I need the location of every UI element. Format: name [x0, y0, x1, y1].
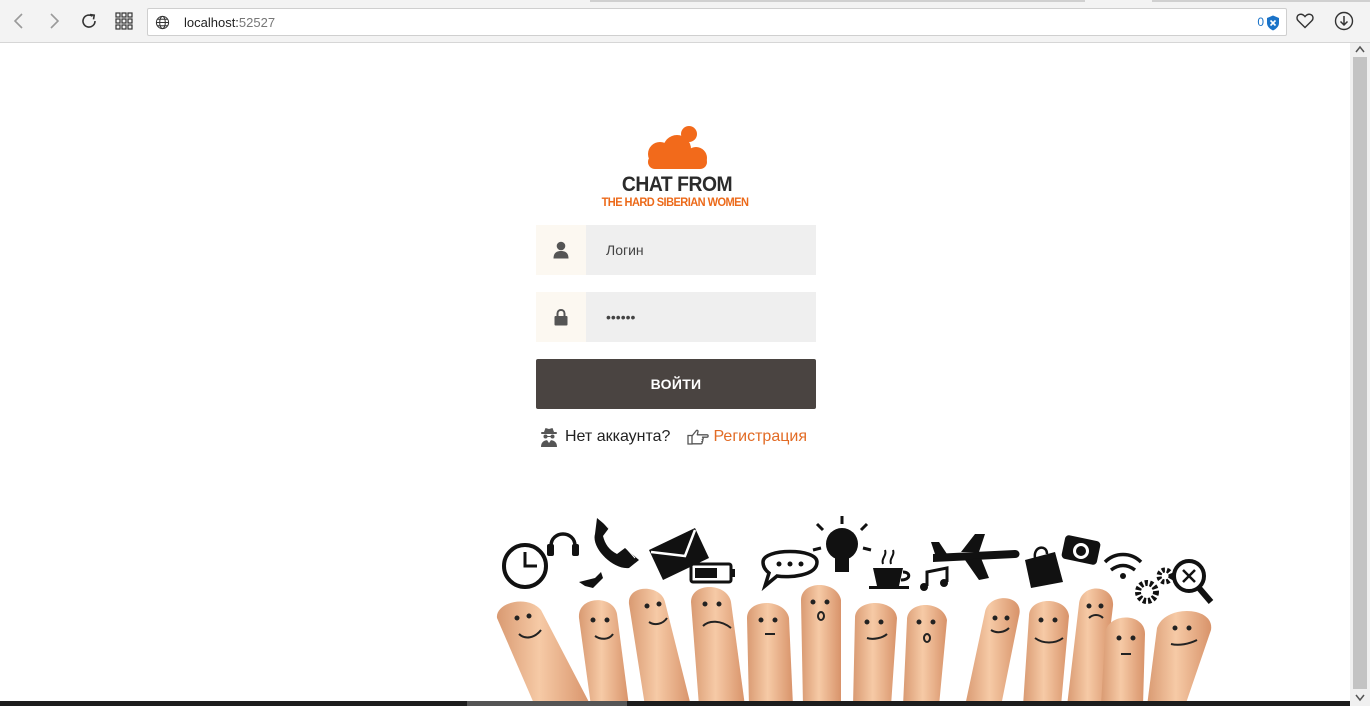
vertical-scrollbar[interactable]: [1350, 43, 1370, 706]
scroll-up-icon[interactable]: [1355, 45, 1365, 53]
horizontal-scrollbar-thumb[interactable]: [467, 701, 627, 706]
no-account-text: Нет аккаунта?: [565, 428, 671, 445]
forward-arrow-icon: [50, 13, 60, 29]
register-prompt: Нет аккаунта? Регистрация: [540, 426, 807, 448]
user-icon: [553, 241, 569, 259]
back-button[interactable]: [5, 7, 33, 35]
speech-bubble-icon: [761, 549, 819, 592]
url-text[interactable]: localhost:52527: [184, 15, 275, 30]
fingers-illustration: [496, 516, 1214, 706]
headphones-icon: [547, 532, 579, 556]
spy-icon: [541, 428, 557, 447]
fingers-group: [496, 585, 1212, 706]
phone-icon: [594, 518, 639, 569]
site-logo: CHAT FROM THE HARD SIBERIAN WOMEN: [595, 125, 755, 215]
tab-strip-edge: [590, 0, 1085, 2]
address-bar[interactable]: localhost:52527 0: [147, 8, 1287, 36]
wifi-icon: [1103, 552, 1143, 579]
url-host: localhost:: [184, 15, 239, 30]
back-arrow-icon: [13, 13, 23, 29]
scrollbar-thumb[interactable]: [1353, 57, 1367, 689]
bookmark-button[interactable]: [1291, 7, 1319, 35]
forward-button[interactable]: [40, 7, 68, 35]
logo-title: CHAT FROM: [621, 173, 733, 196]
downloads-button[interactable]: [1330, 7, 1358, 35]
magnifier-icon: [1172, 559, 1214, 604]
login-field: [536, 225, 816, 275]
password-input[interactable]: [586, 292, 816, 342]
shield-icon[interactable]: [1266, 15, 1280, 31]
lock-icon: [554, 308, 568, 325]
login-input[interactable]: [586, 225, 816, 275]
page-viewport: CHAT FROM THE HARD SIBERIAN WOMEN ВОЙТИ …: [0, 43, 1350, 706]
shopping-bag-icon: [1025, 546, 1063, 588]
airplane-icon: [931, 534, 1020, 580]
reload-icon: [82, 13, 96, 28]
camera-icon: [1061, 535, 1101, 565]
music-notes-icon: [920, 566, 949, 591]
logo-subtitle: THE HARD SIBERIAN WOMEN: [601, 195, 749, 209]
url-port: 52527: [238, 15, 276, 30]
password-field: [536, 292, 816, 342]
heart-icon: [1296, 13, 1314, 29]
lightbulb-icon: [812, 516, 872, 572]
gears-icon: [1135, 567, 1174, 604]
coffee-cup-icon: [869, 549, 911, 589]
cloud-logo-icon: [648, 126, 707, 169]
hand-pointer-icon: [687, 429, 710, 445]
grid-icon: [115, 12, 133, 30]
login-button[interactable]: ВОЙТИ: [536, 359, 816, 409]
scroll-down-icon[interactable]: [1355, 694, 1365, 702]
speed-dial-button[interactable]: [110, 7, 138, 35]
horizontal-scrollbar[interactable]: [0, 701, 1350, 706]
browser-toolbar: localhost:52527 0: [0, 0, 1370, 43]
bird-icon: [579, 572, 603, 588]
password-icon-box: [536, 292, 586, 342]
battery-icon: [689, 562, 735, 584]
globe-icon[interactable]: [155, 15, 170, 30]
adblock-count: 0: [1257, 15, 1264, 29]
login-icon-box: [536, 225, 586, 275]
tab-strip-edge: [1152, 0, 1370, 2]
register-link[interactable]: Регистрация: [713, 428, 807, 446]
reload-button[interactable]: [75, 7, 103, 35]
clock-icon: [502, 543, 548, 589]
download-icon: [1334, 11, 1354, 31]
